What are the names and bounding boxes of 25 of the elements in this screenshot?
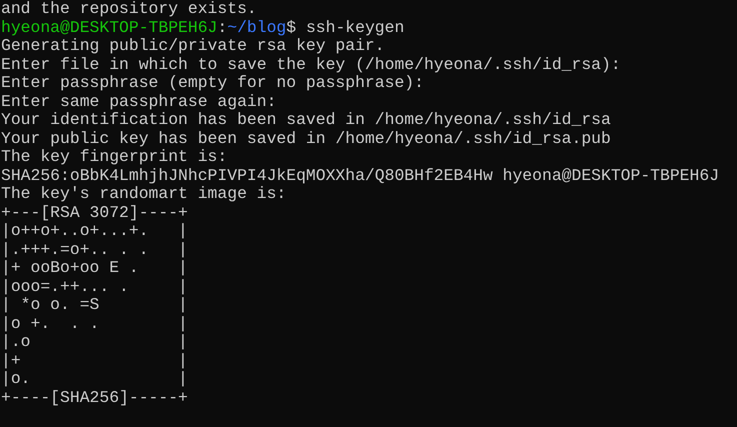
output-line: |.o | [1, 333, 189, 352]
output-line: Generating public/private rsa key pair. [1, 37, 386, 56]
output-line: |o++o+..o+...+. | [1, 222, 189, 240]
output-line: and the repository exists. [1, 0, 258, 18]
output-line: |+ | [1, 352, 189, 370]
output-line: +----[SHA256]-----+ [1, 388, 189, 407]
output-line: |o +. . . | [1, 314, 189, 333]
output-line: Enter passphrase (empty for no passphrase): [1, 74, 425, 92]
command-text: $ ssh-keygen [286, 18, 404, 36]
output-line: SHA256:oBbK4LmhjhJNhcPIVPI4JkEqMOXXha/Q80BHf2EB4Hw hyeona@DESKTOP-TBPEH6J [1, 166, 720, 185]
output-line: Enter file in which to save the key (/home/hyeona/.ssh/id_rsa): [1, 56, 622, 74]
output-line: The key's randomart image is: [1, 185, 288, 204]
output-line: Enter same passphrase again: [1, 92, 278, 111]
output-line: Your identification has been saved in /home/hyeona/.ssh/id_rsa [1, 111, 612, 130]
output-line: The key fingerprint is: [1, 148, 228, 166]
prompt-separator: : [217, 18, 228, 36]
output-line: | *o o. =S | [1, 296, 189, 314]
output-line: |o. | [1, 370, 189, 388]
output-line: |ooo=.++... . | [1, 278, 189, 296]
output-line: Your public key has been saved in /home/hyeona/.ssh/id_rsa.pub [1, 130, 612, 148]
prompt-user-host: hyeona@DESKTOP-TBPEH6J [1, 18, 218, 36]
output-line: |+ ooBo+oo E . | [1, 259, 189, 278]
output-line: |.+++.=o+.. . . | [1, 240, 189, 259]
prompt-path: ~/blog [227, 18, 286, 36]
output-line: +---[RSA 3072]----+ [1, 204, 189, 222]
